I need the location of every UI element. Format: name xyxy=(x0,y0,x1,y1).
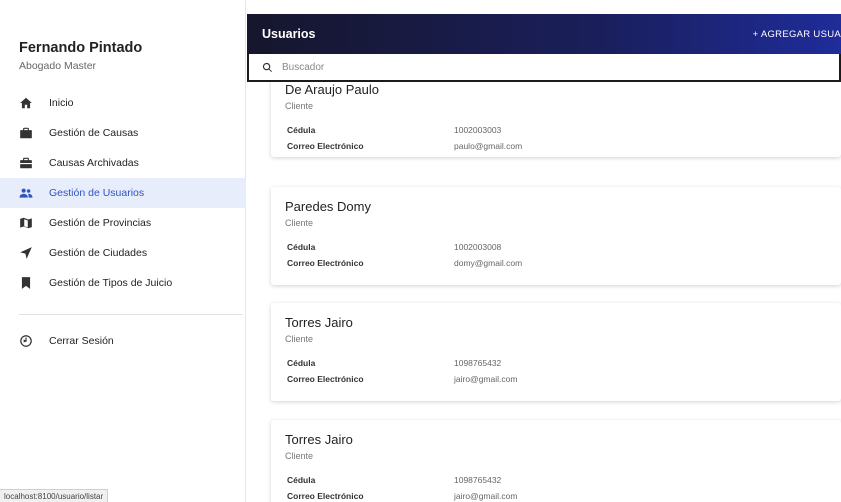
cedula-value: 1002003003 xyxy=(454,125,502,135)
email-value: paulo@gmail.com xyxy=(454,141,523,151)
sidebar-menu: Inicio Gestión de Causas Causas Archivad… xyxy=(0,88,246,298)
user-profile: Fernando Pintado Abogado Master xyxy=(19,40,142,72)
navigate-icon xyxy=(19,246,33,260)
logout-button[interactable]: Cerrar Sesión xyxy=(0,326,246,356)
sidebar-item-label: Gestión de Usuarios xyxy=(49,187,145,199)
home-icon xyxy=(19,96,33,110)
email-label: Correo Electrónico xyxy=(287,141,364,151)
search-icon xyxy=(262,62,273,73)
toolbar: Usuarios + AGREGAR USUA xyxy=(247,14,841,54)
cedula-value: 1098765432 xyxy=(454,358,502,368)
archive-briefcase-icon xyxy=(19,156,33,170)
sidebar: Fernando Pintado Abogado Master Inicio G… xyxy=(0,0,246,502)
cedula-value: 1002003008 xyxy=(454,242,502,252)
sidebar-item-inicio[interactable]: Inicio xyxy=(0,88,246,118)
user-card-name: Torres Jairo xyxy=(285,315,353,330)
cedula-row: Cédula 1098765432 xyxy=(285,472,827,488)
sidebar-item-label: Gestión de Tipos de Juicio xyxy=(49,277,173,289)
search-input[interactable] xyxy=(282,61,782,73)
sidebar-item-label: Inicio xyxy=(49,97,74,109)
page-title: Usuarios xyxy=(262,27,316,41)
user-card-type: Cliente xyxy=(285,451,314,461)
cedula-label: Cédula xyxy=(287,242,316,252)
add-user-button[interactable]: + AGREGAR USUA xyxy=(753,29,841,40)
email-value: jairo@gmail.com xyxy=(454,491,518,501)
logout-label: Cerrar Sesión xyxy=(49,335,114,347)
sidebar-item-causas-archivadas[interactable]: Causas Archivadas xyxy=(0,148,246,178)
sidebar-item-label: Causas Archivadas xyxy=(49,157,139,169)
user-card-name: Paredes Domy xyxy=(285,199,371,214)
user-card[interactable]: Torres Jairo Cliente Cédula 1098765432 C… xyxy=(271,303,841,401)
sidebar-item-label: Gestión de Provincias xyxy=(49,217,152,229)
email-label: Correo Electrónico xyxy=(287,258,364,268)
cedula-row: Cédula 1098765432 xyxy=(285,355,827,371)
email-value: domy@gmail.com xyxy=(454,258,523,268)
sidebar-item-gestion-provincias[interactable]: Gestión de Provincias xyxy=(0,208,246,238)
sidebar-item-gestion-causas[interactable]: Gestión de Causas xyxy=(0,118,246,148)
user-role: Abogado Master xyxy=(19,60,97,72)
email-label: Correo Electrónico xyxy=(287,491,364,501)
user-card[interactable]: Paredes Domy Cliente Cédula 1002003008 C… xyxy=(271,187,841,285)
email-row: Correo Electrónico domy@gmail.com xyxy=(285,255,827,271)
cedula-value: 1098765432 xyxy=(454,475,502,485)
cedula-label: Cédula xyxy=(287,125,316,135)
sidebar-item-gestion-ciudades[interactable]: Gestión de Ciudades xyxy=(0,238,246,268)
sidebar-item-gestion-tipos-juicio[interactable]: Gestión de Tipos de Juicio xyxy=(0,268,246,298)
user-card[interactable]: Torres Jairo Cliente Cédula 1098765432 C… xyxy=(271,420,841,502)
cedula-label: Cédula xyxy=(287,475,316,485)
logout-section: Cerrar Sesión xyxy=(0,326,246,356)
email-row: Correo Electrónico jairo@gmail.com xyxy=(285,488,827,502)
power-icon xyxy=(19,334,33,348)
sidebar-item-gestion-usuarios[interactable]: Gestión de Usuarios xyxy=(0,178,246,208)
cedula-label: Cédula xyxy=(287,358,316,368)
bookmark-icon xyxy=(19,276,33,290)
email-value: jairo@gmail.com xyxy=(454,374,518,384)
email-row: Correo Electrónico paulo@gmail.com xyxy=(285,138,827,154)
email-label: Correo Electrónico xyxy=(287,374,364,384)
user-card[interactable]: De Araujo Paulo Cliente Cédula 100200300… xyxy=(271,70,841,157)
briefcase-icon xyxy=(19,126,33,140)
sidebar-item-label: Gestión de Ciudades xyxy=(49,247,148,259)
user-card-name: Torres Jairo xyxy=(285,432,353,447)
cedula-row: Cédula 1002003008 xyxy=(285,239,827,255)
map-icon xyxy=(19,216,33,230)
people-icon xyxy=(19,186,33,200)
cedula-row: Cédula 1002003003 xyxy=(285,122,827,138)
status-url: localhost:8100/usuario/listar xyxy=(0,489,109,502)
main-content: Usuarios + AGREGAR USUA De Araujo Paulo … xyxy=(247,0,841,502)
user-card-type: Cliente xyxy=(285,218,314,228)
user-card-type: Cliente xyxy=(285,101,314,111)
user-card-type: Cliente xyxy=(285,334,314,344)
user-card-name: De Araujo Paulo xyxy=(285,82,379,97)
search-bar xyxy=(247,54,841,82)
user-name: Fernando Pintado xyxy=(19,40,143,56)
sidebar-divider xyxy=(19,314,243,315)
sidebar-item-label: Gestión de Causas xyxy=(49,127,139,139)
email-row: Correo Electrónico jairo@gmail.com xyxy=(285,371,827,387)
